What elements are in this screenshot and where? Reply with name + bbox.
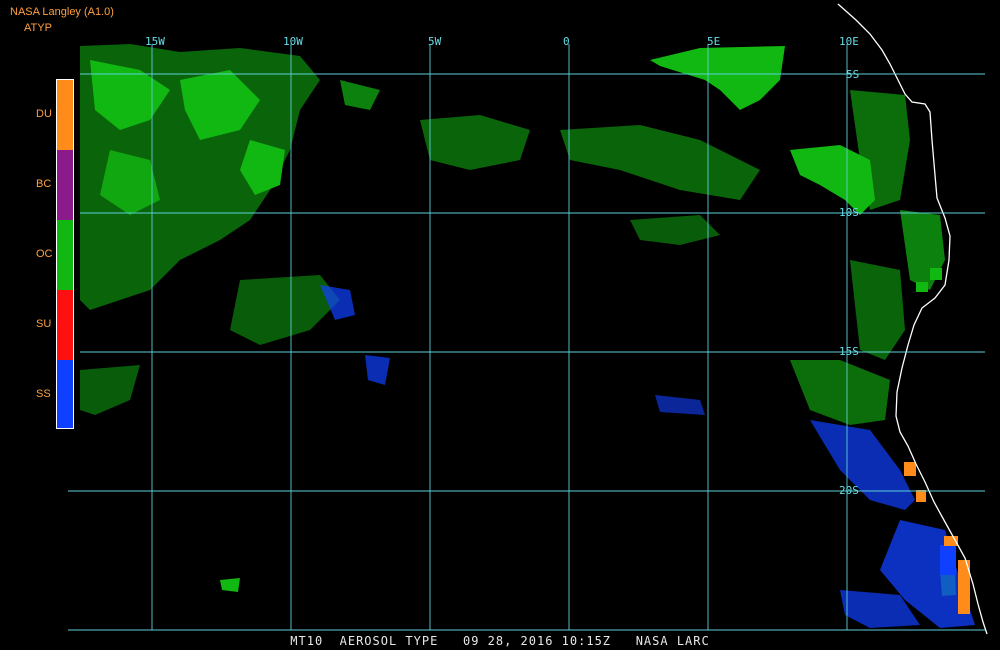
lat-label-15s: 15S [839, 345, 859, 358]
lon-label-10e: 10E [839, 35, 859, 48]
lon-label-10w: 10W [283, 35, 303, 48]
image-caption: MT10 AEROSOL TYPE 09 28, 2016 10:15Z NAS… [290, 634, 710, 648]
aerosol-map: 15W 10W 5W 0 5E 10E 5S 10S 15S 20S [68, 3, 988, 635]
longitude-labels: 15W 10W 5W 0 5E 10E [145, 35, 859, 48]
lon-label-5e: 5E [707, 35, 720, 48]
lat-label-20s: 20S [839, 484, 859, 497]
lon-label-0: 0 [563, 35, 570, 48]
organic-carbon-patches [80, 44, 956, 596]
lat-label-10s: 10S [839, 206, 859, 219]
lon-label-5w: 5W [428, 35, 442, 48]
lon-label-15w: 15W [145, 35, 165, 48]
lat-label-5s: 5S [846, 68, 859, 81]
